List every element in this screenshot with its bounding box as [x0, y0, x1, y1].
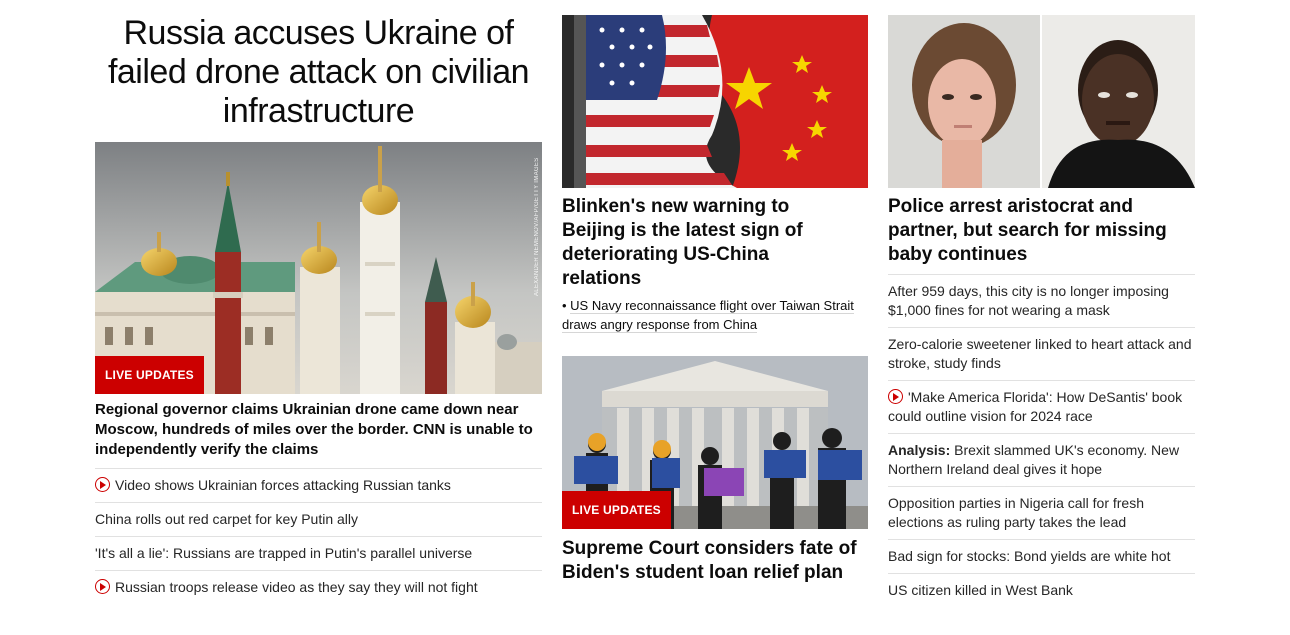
play-circle-icon	[888, 389, 903, 404]
list-item[interactable]: After 959 days, this city is no longer i…	[888, 274, 1195, 327]
flags-illustration	[562, 15, 868, 188]
suspects-image[interactable]	[888, 15, 1195, 188]
live-updates-badge[interactable]: LIVE UPDATES	[562, 491, 671, 529]
list-item[interactable]: Zero-calorie sweetener linked to heart a…	[888, 327, 1195, 380]
bullet-icon: •	[562, 298, 571, 313]
play-circle-icon	[95, 579, 110, 594]
analysis-label: Analysis:	[888, 442, 951, 458]
suspects-illustration	[888, 15, 1195, 188]
lead-headline[interactable]: Russia accuses Ukraine of failed drone a…	[95, 14, 542, 131]
list-item[interactable]: Bad sign for stocks: Bond yields are whi…	[888, 539, 1195, 573]
list-item[interactable]: US citizen killed in West Bank	[888, 573, 1195, 607]
play-circle-icon	[95, 477, 110, 492]
story-headline[interactable]: Blinken's new warning to Beijing is the …	[562, 195, 842, 291]
lead-related-list: Video shows Ukrainian forces attacking R…	[95, 468, 542, 604]
live-updates-badge[interactable]: LIVE UPDATES	[95, 356, 204, 394]
list-item[interactable]: 'It's all a lie': Russians are trapped i…	[95, 536, 542, 570]
photo-credit: ALEXANDER NEMENOV/AFP/GETTY IMAGES	[534, 157, 540, 296]
flags-image[interactable]	[562, 15, 868, 188]
list-item[interactable]: Russian troops release video as they say…	[95, 570, 542, 604]
list-item[interactable]: Analysis: Brexit slammed UK's economy. N…	[888, 433, 1195, 486]
list-item[interactable]: Opposition parties in Nigeria call for f…	[888, 486, 1195, 539]
related-link[interactable]: • US Navy reconnaissance flight over Tai…	[562, 296, 862, 334]
lead-image[interactable]: ALEXANDER NEMENOV/AFP/GETTY IMAGES LIVE …	[95, 142, 542, 394]
supreme-court-image[interactable]: LIVE UPDATES	[562, 356, 868, 529]
list-item[interactable]: China rolls out red carpet for key Putin…	[95, 502, 542, 536]
lead-description[interactable]: Regional governor claims Ukrainian drone…	[95, 400, 542, 460]
story-headline[interactable]: Police arrest aristocrat and partner, bu…	[888, 195, 1188, 267]
story-headline[interactable]: Supreme Court considers fate of Biden's …	[562, 537, 868, 585]
list-item[interactable]: 'Make America Florida': How DeSantis' bo…	[888, 380, 1195, 433]
list-item[interactable]: Video shows Ukrainian forces attacking R…	[95, 468, 542, 502]
right-related-list: After 959 days, this city is no longer i…	[888, 274, 1195, 607]
